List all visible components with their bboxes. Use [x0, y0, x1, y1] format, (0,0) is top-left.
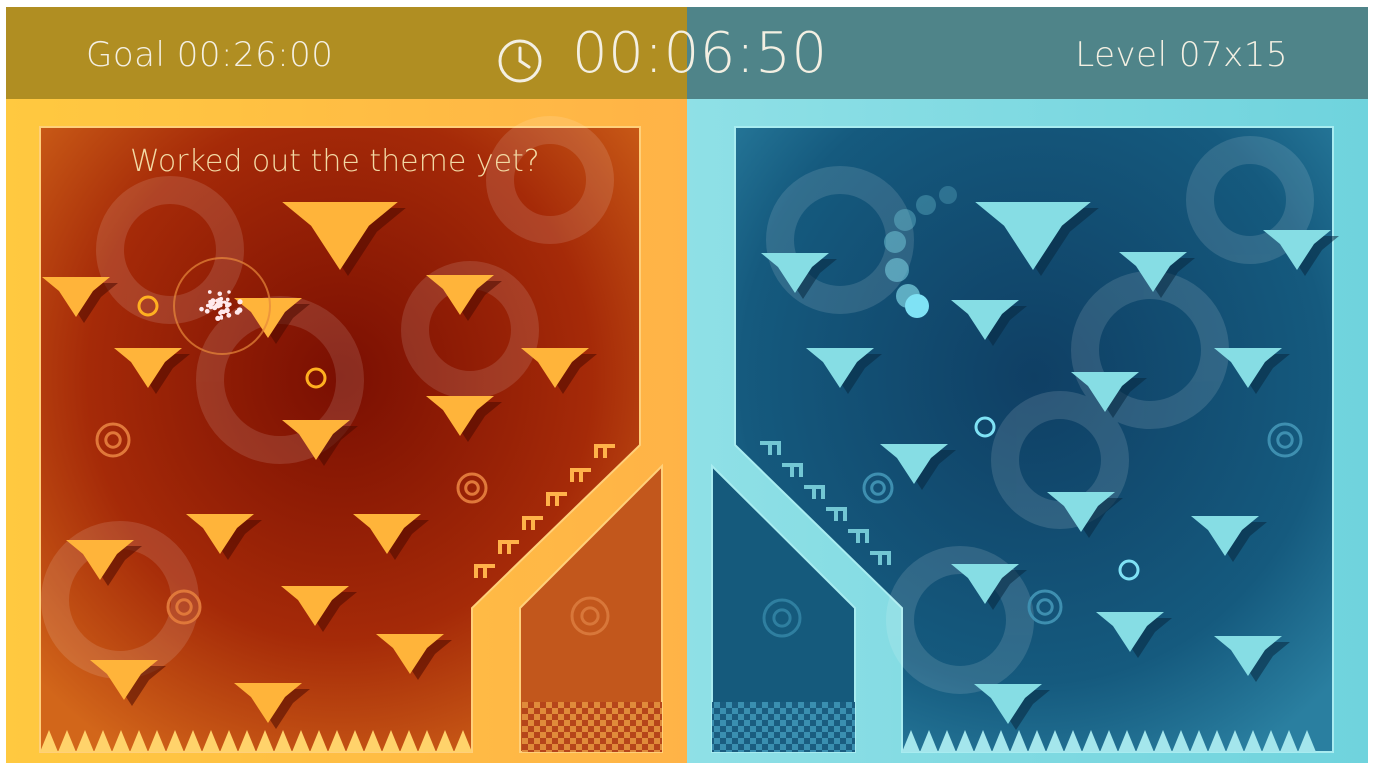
elapsed-timer: 00:06:50 — [572, 21, 828, 86]
particle — [225, 297, 230, 302]
particle — [227, 290, 231, 294]
particle — [218, 302, 223, 308]
particle — [225, 302, 231, 308]
particle — [215, 315, 221, 322]
clock-icon — [498, 39, 542, 83]
particle — [208, 305, 213, 310]
game-field — [6, 99, 1368, 763]
particle — [210, 298, 216, 304]
checkered-goal-icon — [712, 702, 855, 752]
game-screen: Goal 00:26:00 00:06:50 Level 07x15 Worke… — [0, 0, 1373, 769]
hint-text: Worked out the theme yet? — [130, 144, 540, 179]
particle — [204, 308, 210, 314]
particle — [207, 290, 212, 294]
particle — [235, 310, 240, 315]
goal-time-label: Goal 00:26:00 — [86, 35, 334, 75]
particle — [222, 300, 227, 304]
level-label: Level 07x15 — [1075, 35, 1288, 75]
particle — [226, 312, 232, 318]
particle — [237, 299, 243, 305]
particle — [217, 291, 223, 296]
particle — [219, 309, 225, 315]
hud-bar: Goal 00:26:00 00:06:50 Level 07x15 — [6, 7, 1368, 99]
particle — [199, 306, 204, 312]
checkered-goal-icon — [522, 702, 662, 752]
